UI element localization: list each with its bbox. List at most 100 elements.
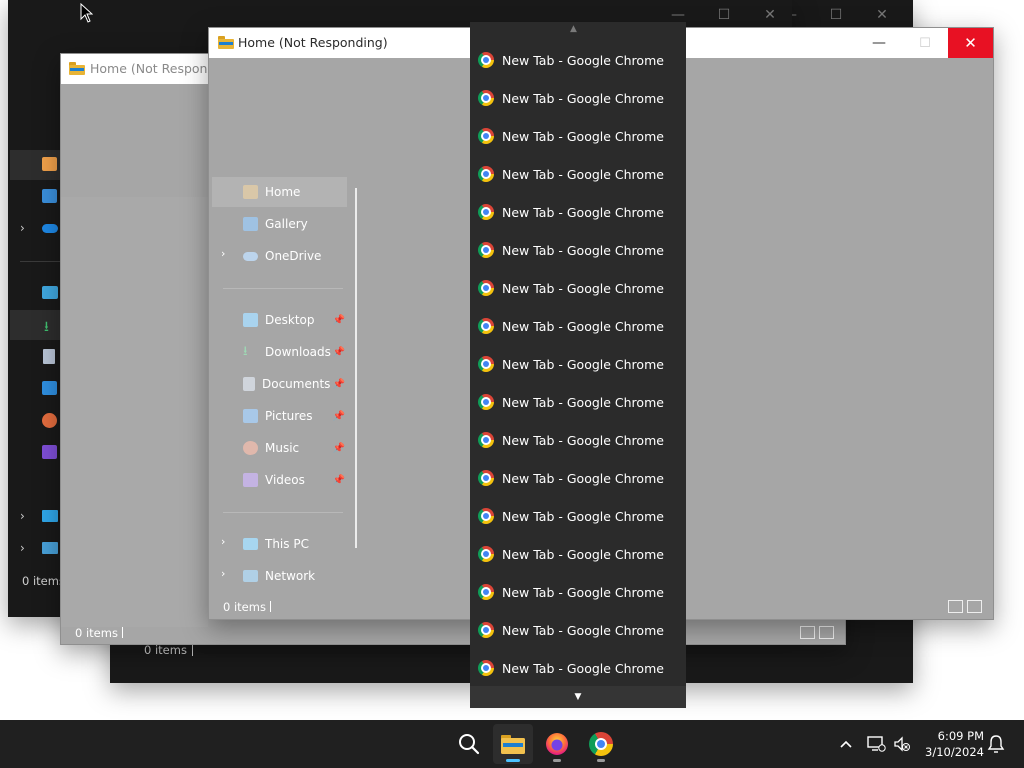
music-icon[interactable] [42,413,57,428]
window-list-item-label: New Tab - Google Chrome [502,204,664,220]
running-indicator [597,759,605,762]
status-divider [192,645,193,656]
notification-bell-icon[interactable] [987,734,1007,754]
maximize-button[interactable]: ☐ [902,28,948,58]
chevron-right-icon[interactable]: › [20,509,25,523]
window-list-item-label: New Tab - Google Chrome [502,470,664,486]
rear-close-button[interactable]: ✕ [859,0,905,30]
window-list-item-label: New Tab - Google Chrome [502,242,664,258]
chrome-icon [478,90,494,106]
desktop-folder-icon[interactable] [42,286,58,299]
front-window-title: Home (Not Responding) [238,35,388,50]
window-list-item[interactable]: New Tab - Google Chrome [470,459,686,497]
scroll-up-arrow[interactable]: ▲ [570,24,577,34]
chevron-right-icon[interactable]: › [221,535,225,548]
home-icon[interactable] [42,157,57,171]
nav-selected-downloads[interactable] [10,310,62,340]
nav-scrollbar[interactable] [355,188,357,548]
nav-item-onedrive[interactable]: OneDrive [243,241,353,271]
window-list-item[interactable]: New Tab - Google Chrome [470,155,686,193]
search-icon [459,734,480,755]
cloud-icon[interactable] [42,224,58,233]
window-list-item-label: New Tab - Google Chrome [502,622,664,638]
back-view-toggle[interactable] [800,626,834,639]
window-list-item[interactable]: New Tab - Google Chrome [470,231,686,269]
window-list-item[interactable]: New Tab - Google Chrome [470,193,686,231]
nav-item-downloads[interactable]: ⭳ Downloads 📌 [243,337,345,367]
nav-label: Pictures [265,409,313,423]
window-list-item[interactable]: New Tab - Google Chrome [470,307,686,345]
network-icon[interactable] [42,542,58,554]
back-status-text: 0 items [75,626,118,640]
nav-item-this-pc[interactable]: This PC [243,529,353,559]
desktop-folder-icon [243,313,258,327]
this-pc-icon[interactable] [42,510,58,522]
home-icon [243,185,258,199]
chevron-right-icon[interactable]: › [20,221,25,235]
chrome-icon [478,318,494,334]
scroll-down-arrow[interactable]: ▼ [470,686,686,708]
clock[interactable]: 6:09 PM 3/10/2024 [925,728,984,760]
file-explorer-taskbar-button[interactable] [493,724,533,764]
search-button[interactable] [449,724,489,764]
details-view-icon[interactable] [948,600,963,613]
chevron-right-icon[interactable]: › [20,541,25,555]
nav-item-videos[interactable]: Videos 📌 [243,465,345,495]
window-list-item[interactable]: New Tab - Google Chrome [470,573,686,611]
window-list-item[interactable]: New Tab - Google Chrome [470,345,686,383]
videos-icon [243,473,258,487]
gallery-icon[interactable] [42,189,57,203]
chevron-right-icon[interactable]: › [221,567,225,580]
close-button[interactable]: ✕ [948,28,993,58]
window-list-item-label: New Tab - Google Chrome [502,280,664,296]
nav-item-network[interactable]: Network [243,561,353,591]
music-icon [243,441,258,455]
window-list-item[interactable]: New Tab - Google Chrome [470,269,686,307]
details-view-icon[interactable] [800,626,815,639]
tiles-view-icon[interactable] [819,626,834,639]
front-view-toggle[interactable] [948,600,982,613]
videos-icon[interactable] [42,445,57,459]
nav-divider [20,261,62,262]
nav-item-gallery[interactable]: Gallery [243,209,353,239]
pin-icon[interactable]: 📌 [333,475,345,486]
pictures-icon[interactable] [42,381,57,395]
middle-close-button[interactable]: ✕ [747,0,793,30]
window-list-item[interactable]: New Tab - Google Chrome [470,117,686,155]
window-list-item[interactable]: New Tab - Google Chrome [470,649,686,687]
firefox-taskbar-button[interactable] [537,724,577,764]
folder-icon [69,62,85,75]
download-icon[interactable]: ⭳ [44,316,49,340]
window-list-item[interactable]: New Tab - Google Chrome [470,383,686,421]
window-list-item[interactable]: New Tab - Google Chrome [470,421,686,459]
pin-icon[interactable]: 📌 [333,443,345,454]
window-list-item[interactable]: New Tab - Google Chrome [470,41,686,79]
nav-item-pictures[interactable]: Pictures 📌 [243,401,345,431]
rear-maximize-button[interactable]: ☐ [813,0,859,30]
chrome-icon [478,166,494,182]
nav-item-documents[interactable]: Documents 📌 [243,369,345,399]
window-list-item[interactable]: New Tab - Google Chrome [470,535,686,573]
pin-icon[interactable]: 📌 [333,411,345,422]
window-list-item[interactable]: New Tab - Google Chrome [470,611,686,649]
documents-icon[interactable] [43,349,55,364]
nav-item-desktop[interactable]: Desktop 📌 [243,305,345,335]
pin-icon[interactable]: 📌 [333,315,345,326]
nav-item-music[interactable]: Music 📌 [243,433,345,463]
volume-muted-icon[interactable] [892,734,912,754]
middle-maximize-button[interactable]: ☐ [701,0,747,30]
nav-label: Music [265,441,300,455]
window-list-item[interactable]: New Tab - Google Chrome [470,497,686,535]
pin-icon[interactable]: 📌 [333,347,345,358]
chrome-icon [478,470,494,486]
chevron-right-icon[interactable]: › [221,247,225,260]
show-hidden-icons-chevron-icon[interactable] [836,734,856,754]
window-list-item-label: New Tab - Google Chrome [502,584,664,600]
nav-item-home[interactable]: Home [243,177,353,207]
chrome-taskbar-button[interactable] [581,724,621,764]
pin-icon[interactable]: 📌 [333,379,345,390]
window-list-item[interactable]: New Tab - Google Chrome [470,79,686,117]
minimize-button[interactable]: — [856,28,902,58]
network-status-icon[interactable] [866,734,886,754]
tiles-view-icon[interactable] [967,600,982,613]
